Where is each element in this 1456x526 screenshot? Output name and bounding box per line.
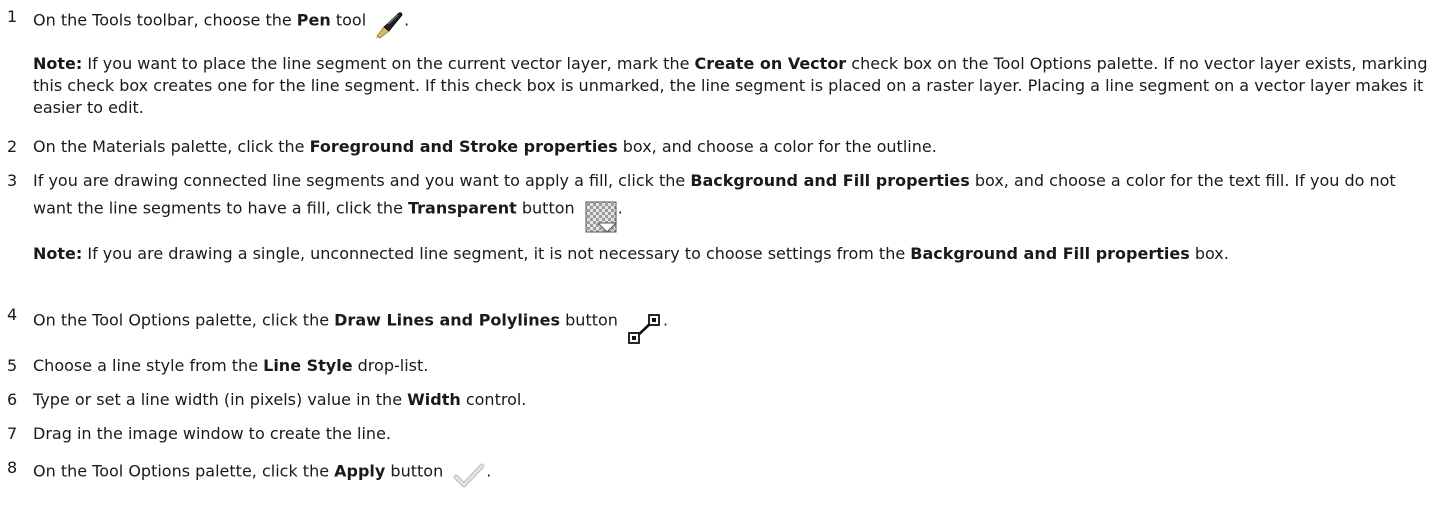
step-text: Choose a line style from the Line Style … xyxy=(33,356,429,375)
note-1: Note: If you want to place the line segm… xyxy=(33,54,1428,117)
step-number: 8 xyxy=(7,458,18,477)
ui-term: Line Style xyxy=(263,356,353,375)
ui-term: Apply xyxy=(334,461,386,481)
step-number: 7 xyxy=(7,424,18,443)
step-number: 2 xyxy=(7,137,18,156)
step-number: 6 xyxy=(7,390,18,409)
step-number: 5 xyxy=(7,356,18,375)
step-text: Type or set a line width (in pixels) val… xyxy=(33,390,527,409)
note-3: Note: If you are drawing a single, uncon… xyxy=(33,244,1229,263)
transparent-icon xyxy=(584,200,618,234)
apply-checkmark-icon xyxy=(452,461,486,491)
step-number: 4 xyxy=(7,305,18,324)
step-text: On the Tool Options palette, click the A… xyxy=(33,457,1440,488)
step-text: On the Tool Options palette, click the D… xyxy=(33,304,1440,344)
ui-term: Foreground and Stroke properties xyxy=(309,137,618,156)
ui-term: Draw Lines and Polylines xyxy=(334,310,561,330)
ui-term: Transparent xyxy=(408,198,517,218)
step-number: 3 xyxy=(7,171,18,190)
step-text: Drag in the image window to create the l… xyxy=(33,424,391,443)
ui-term: Background and Fill properties xyxy=(910,244,1190,263)
ui-term: Width xyxy=(407,390,461,409)
document-page: 1 On the Tools toolbar, choose the Pen t… xyxy=(0,0,1456,526)
ui-term: Pen xyxy=(296,10,331,30)
step-number: 1 xyxy=(7,7,18,26)
ui-term: Background and Fill properties xyxy=(690,171,970,190)
ui-term: Create on Vector xyxy=(694,54,847,73)
step-text: On the Materials palette, click the Fore… xyxy=(33,137,937,156)
pen-icon xyxy=(372,10,404,40)
step-text: On the Tools toolbar, choose the Pen too… xyxy=(33,6,1440,39)
draw-lines-icon xyxy=(627,312,663,346)
step-text: If you are drawing connected line segmen… xyxy=(33,170,1440,233)
